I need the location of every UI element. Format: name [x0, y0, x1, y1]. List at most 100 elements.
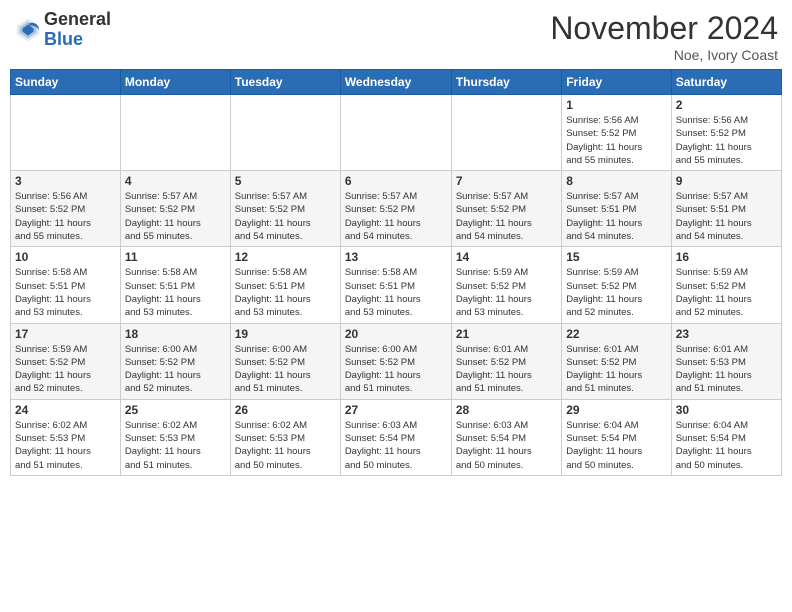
day-number: 15 [566, 250, 666, 264]
calendar-header-wednesday: Wednesday [340, 70, 451, 95]
day-info: Sunrise: 6:00 AM Sunset: 5:52 PM Dayligh… [345, 343, 447, 396]
day-info: Sunrise: 6:01 AM Sunset: 5:52 PM Dayligh… [456, 343, 557, 396]
day-number: 6 [345, 174, 447, 188]
day-number: 21 [456, 327, 557, 341]
day-info: Sunrise: 5:59 AM Sunset: 5:52 PM Dayligh… [676, 266, 777, 319]
calendar-cell: 20 Sunrise: 6:00 AM Sunset: 5:52 PM Dayli… [340, 323, 451, 399]
calendar-cell [451, 95, 561, 171]
day-info: Sunrise: 5:58 AM Sunset: 5:51 PM Dayligh… [235, 266, 336, 319]
calendar-cell [340, 95, 451, 171]
calendar-header-saturday: Saturday [671, 70, 781, 95]
day-info: Sunrise: 6:03 AM Sunset: 5:54 PM Dayligh… [456, 419, 557, 472]
day-number: 2 [676, 98, 777, 112]
calendar-cell: 29Sunrise: 6:04 AM Sunset: 5:54 PM Dayli… [562, 399, 671, 475]
calendar-cell: 8 Sunrise: 5:57 AM Sunset: 5:51 PM Daylig… [562, 171, 671, 247]
day-info: Sunrise: 5:57 AM Sunset: 5:52 PM Dayligh… [345, 190, 447, 243]
calendar-cell: 24 Sunrise: 6:02 AM Sunset: 5:53 PM Dayli… [11, 399, 121, 475]
day-info: Sunrise: 5:58 AM Sunset: 5:51 PM Dayligh… [15, 266, 116, 319]
calendar-header-friday: Friday [562, 70, 671, 95]
calendar-cell: 1 Sunrise: 5:56 AM Sunset: 5:52 PM Daylig… [562, 95, 671, 171]
day-number: 11 [125, 250, 226, 264]
calendar-cell: 14 Sunrise: 5:59 AM Sunset: 5:52 PM Dayli… [451, 247, 561, 323]
day-info: Sunrise: 6:02 AM Sunset: 5:53 PM Dayligh… [235, 419, 336, 472]
calendar-cell: 4 Sunrise: 5:57 AM Sunset: 5:52 PM Daylig… [120, 171, 230, 247]
logo-text-blue: Blue [44, 29, 83, 49]
day-info: Sunrise: 6:01 AM Sunset: 5:52 PM Dayligh… [566, 343, 666, 396]
month-title: November 2024 [550, 10, 778, 47]
day-number: 27 [345, 403, 447, 417]
day-info: Sunrise: 5:59 AM Sunset: 5:52 PM Dayligh… [456, 266, 557, 319]
calendar-cell: 26 Sunrise: 6:02 AM Sunset: 5:53 PM Dayli… [230, 399, 340, 475]
day-info: Sunrise: 6:04 AM Sunset: 5:54 PM Dayligh… [566, 419, 666, 472]
day-number: 14 [456, 250, 557, 264]
calendar-cell: 30 Sunrise: 6:04 AM Sunset: 5:54 PM Dayli… [671, 399, 781, 475]
calendar-cell: 11 Sunrise: 5:58 AM Sunset: 5:51 PM Dayli… [120, 247, 230, 323]
day-number: 4 [125, 174, 226, 188]
calendar-header-thursday: Thursday [451, 70, 561, 95]
logo-icon [14, 16, 42, 44]
calendar-cell: 17 Sunrise: 5:59 AM Sunset: 5:52 PM Dayli… [11, 323, 121, 399]
day-number: 9 [676, 174, 777, 188]
calendar-cell: 27 Sunrise: 6:03 AM Sunset: 5:54 PM Dayli… [340, 399, 451, 475]
calendar-cell: 12 Sunrise: 5:58 AM Sunset: 5:51 PM Dayli… [230, 247, 340, 323]
day-info: Sunrise: 6:02 AM Sunset: 5:53 PM Dayligh… [15, 419, 116, 472]
day-number: 28 [456, 403, 557, 417]
day-number: 19 [235, 327, 336, 341]
day-number: 3 [15, 174, 116, 188]
day-info: Sunrise: 6:00 AM Sunset: 5:52 PM Dayligh… [125, 343, 226, 396]
day-number: 13 [345, 250, 447, 264]
calendar-cell: 21 Sunrise: 6:01 AM Sunset: 5:52 PM Dayli… [451, 323, 561, 399]
day-info: Sunrise: 5:57 AM Sunset: 5:52 PM Dayligh… [235, 190, 336, 243]
calendar-cell: 28 Sunrise: 6:03 AM Sunset: 5:54 PM Dayli… [451, 399, 561, 475]
day-number: 1 [566, 98, 666, 112]
day-number: 23 [676, 327, 777, 341]
day-number: 8 [566, 174, 666, 188]
day-number: 10 [15, 250, 116, 264]
day-number: 22 [566, 327, 666, 341]
day-info: Sunrise: 6:04 AM Sunset: 5:54 PM Dayligh… [676, 419, 777, 472]
day-info: Sunrise: 6:02 AM Sunset: 5:53 PM Dayligh… [125, 419, 226, 472]
calendar-cell: 16 Sunrise: 5:59 AM Sunset: 5:52 PM Dayli… [671, 247, 781, 323]
calendar-cell [120, 95, 230, 171]
day-number: 18 [125, 327, 226, 341]
day-info: Sunrise: 5:56 AM Sunset: 5:52 PM Dayligh… [566, 114, 666, 167]
day-number: 26 [235, 403, 336, 417]
day-number: 16 [676, 250, 777, 264]
day-number: 5 [235, 174, 336, 188]
day-number: 30 [676, 403, 777, 417]
calendar-table: SundayMondayTuesdayWednesdayThursdayFrid… [10, 69, 782, 476]
day-number: 7 [456, 174, 557, 188]
calendar-cell: 18 Sunrise: 6:00 AM Sunset: 5:52 PM Dayli… [120, 323, 230, 399]
logo: General Blue [14, 10, 111, 50]
day-info: Sunrise: 6:03 AM Sunset: 5:54 PM Dayligh… [345, 419, 447, 472]
calendar-cell: 15 Sunrise: 5:59 AM Sunset: 5:52 PM Dayli… [562, 247, 671, 323]
calendar-cell: 3 Sunrise: 5:56 AM Sunset: 5:52 PM Daylig… [11, 171, 121, 247]
calendar-cell: 19 Sunrise: 6:00 AM Sunset: 5:52 PM Dayli… [230, 323, 340, 399]
calendar-header-sunday: Sunday [11, 70, 121, 95]
calendar-cell: 10 Sunrise: 5:58 AM Sunset: 5:51 PM Dayli… [11, 247, 121, 323]
calendar-cell [11, 95, 121, 171]
day-number: 12 [235, 250, 336, 264]
location-subtitle: Noe, Ivory Coast [550, 47, 778, 63]
day-number: 17 [15, 327, 116, 341]
day-info: Sunrise: 5:57 AM Sunset: 5:51 PM Dayligh… [676, 190, 777, 243]
day-info: Sunrise: 5:58 AM Sunset: 5:51 PM Dayligh… [125, 266, 226, 319]
calendar-cell: 13Sunrise: 5:58 AM Sunset: 5:51 PM Dayli… [340, 247, 451, 323]
day-info: Sunrise: 6:00 AM Sunset: 5:52 PM Dayligh… [235, 343, 336, 396]
calendar-cell: 2Sunrise: 5:56 AM Sunset: 5:52 PM Daylig… [671, 95, 781, 171]
day-number: 20 [345, 327, 447, 341]
day-number: 24 [15, 403, 116, 417]
day-info: Sunrise: 5:57 AM Sunset: 5:52 PM Dayligh… [456, 190, 557, 243]
day-info: Sunrise: 5:59 AM Sunset: 5:52 PM Dayligh… [15, 343, 116, 396]
title-block: November 2024 Noe, Ivory Coast [550, 10, 778, 63]
day-info: Sunrise: 5:57 AM Sunset: 5:51 PM Dayligh… [566, 190, 666, 243]
calendar-header-tuesday: Tuesday [230, 70, 340, 95]
day-info: Sunrise: 6:01 AM Sunset: 5:53 PM Dayligh… [676, 343, 777, 396]
day-info: Sunrise: 5:59 AM Sunset: 5:52 PM Dayligh… [566, 266, 666, 319]
day-number: 25 [125, 403, 226, 417]
calendar-header-monday: Monday [120, 70, 230, 95]
calendar-cell: 25 Sunrise: 6:02 AM Sunset: 5:53 PM Dayli… [120, 399, 230, 475]
calendar-cell [230, 95, 340, 171]
day-info: Sunrise: 5:57 AM Sunset: 5:52 PM Dayligh… [125, 190, 226, 243]
day-info: Sunrise: 5:56 AM Sunset: 5:52 PM Dayligh… [15, 190, 116, 243]
